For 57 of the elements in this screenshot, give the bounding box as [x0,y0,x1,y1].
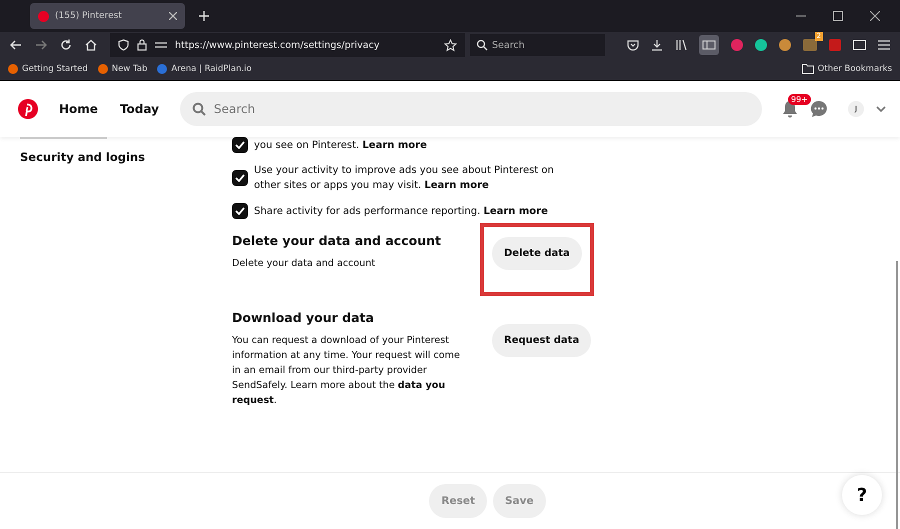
setting-text: Share activity for ads performance reporting. Learn more [254,204,548,218]
section-title: Download your data [232,310,375,325]
close-icon[interactable] [169,12,177,20]
library-icon[interactable] [675,39,687,51]
search-bar[interactable]: Search [180,92,762,126]
menu-icon[interactable] [878,40,890,50]
section-title: Delete your data and account [232,233,442,248]
pinterest-logo-icon[interactable] [18,99,38,119]
section-description: Delete your data and account [232,257,376,271]
permissions-icon [155,40,167,50]
nav-link[interactable]: Today [114,102,164,116]
bookmark-link[interactable]: Arena | RaidPlan.io [157,64,252,74]
setting-text: Use your activity to improve ads you see about Pinterest on other sites or apps you may visit. Learn more [254,164,555,193]
nav-link[interactable]: Home [54,102,103,116]
maximize-icon[interactable] [833,11,843,21]
browser-search-field[interactable]: Search [470,34,605,56]
pocket-icon[interactable] [627,39,639,51]
sidebar-item[interactable]: Security and logins [20,150,232,164]
url-text: https://www.pinterest.com/settings/privacy [175,40,380,50]
new-tab-icon[interactable] [199,11,209,21]
lock-icon [137,39,147,51]
search-input[interactable]: Search [212,101,750,117]
chevron-down-icon[interactable] [876,106,886,112]
browser-tab[interactable]: (155) Pinterest [30,3,185,29]
chat-icon[interactable] [810,100,828,118]
bookmark-link[interactable]: Getting Started [8,64,88,74]
reload-icon[interactable] [60,39,72,51]
star-icon[interactable] [444,38,457,52]
search-icon [476,39,488,51]
folder-icon [802,64,814,74]
tab-title: (155) Pinterest [55,11,123,21]
download-icon[interactable] [651,39,663,51]
checkbox[interactable] [232,203,248,219]
extension-icon[interactable] [803,39,817,51]
bookmark-link[interactable]: New Tab [98,64,148,74]
action-button[interactable]: Delete data [492,237,582,270]
help-button[interactable]: ? [842,475,882,515]
check-icon [235,141,245,149]
setting-text: you see on Pinterest. Learn more [254,138,427,152]
sidebar-icon[interactable] [699,35,719,55]
checkbox[interactable] [232,137,248,153]
notification-badge: 99+ [788,94,811,105]
back-icon[interactable] [10,39,22,51]
action-button[interactable]: Request data [492,324,592,357]
home-icon[interactable] [85,39,97,51]
pinterest-logo-icon [38,10,49,22]
shield-icon [118,39,129,51]
close-icon[interactable] [870,11,880,21]
address-bar[interactable]: https://www.pinterest.com/settings/privacy [110,33,465,57]
section-description: You can request a download of your Pinterest information at any time. Your request will come in an email from our third-party provider SendSafely. Learn more about the data you request. [232,334,461,408]
search-icon [192,102,206,116]
check-icon [235,174,245,182]
checkbox[interactable] [232,170,248,186]
check-icon [235,207,245,215]
other-bookmarks-link[interactable]: Other Bookmarks [802,64,892,74]
search-placeholder: Search [492,40,525,50]
forward-icon[interactable] [35,39,47,51]
